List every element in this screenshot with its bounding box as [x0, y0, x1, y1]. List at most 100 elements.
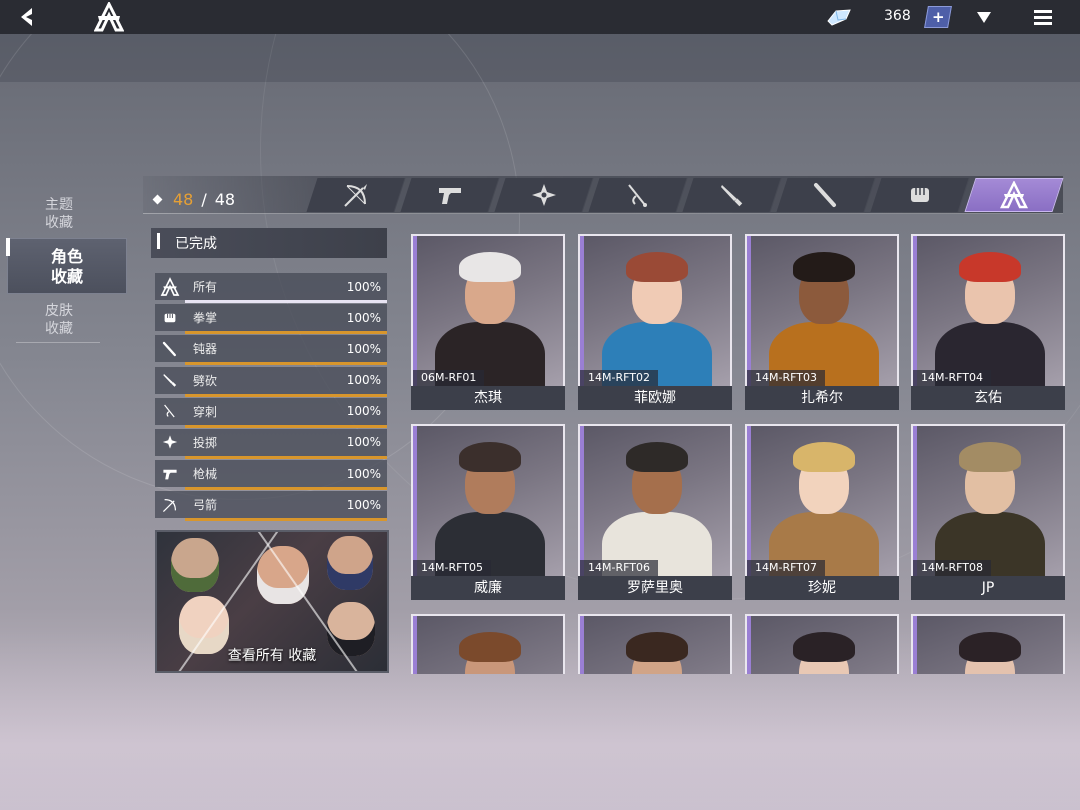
hamburger-icon [1034, 10, 1052, 25]
bow-icon [343, 184, 367, 207]
character-card[interactable] [745, 614, 899, 674]
character-hair [959, 252, 1021, 282]
stat-progress-bar [185, 362, 387, 366]
stat-percent: 100% [346, 497, 381, 512]
game-logo-icon [93, 0, 125, 32]
character-code: 14M-RFT07 [747, 560, 825, 576]
character-code: 14M-RFT04 [913, 370, 991, 386]
stat-progress-bar [185, 393, 387, 397]
character-card[interactable] [911, 614, 1065, 674]
bow-icon [155, 491, 185, 518]
stat-label: 所有 [193, 280, 218, 294]
menu-button[interactable] [1032, 8, 1054, 26]
stat-row: 弓箭 100% [155, 491, 387, 522]
category-label-line2: 收藏 [45, 321, 73, 337]
gun-icon [155, 460, 185, 487]
stat-progress-fill [185, 362, 387, 366]
character-portrait [911, 614, 1065, 674]
character-code: 14M-RFT06 [580, 560, 658, 576]
character-card[interactable] [578, 614, 732, 674]
stat-percent: 100% [346, 404, 381, 419]
category-label-line1: 皮肤 [45, 303, 73, 319]
character-card[interactable]: 14M-RFT05 威廉 [411, 424, 565, 602]
blade-icon [720, 185, 742, 207]
character-hair [459, 252, 521, 282]
portrait-blue-hair [327, 536, 373, 590]
tab-all[interactable] [964, 178, 1064, 212]
view-all-collection-button[interactable]: 查看所有 收藏 [155, 530, 389, 673]
stat-progress-fill [185, 487, 387, 491]
character-name: 杰琪 [411, 386, 565, 410]
tab-shuriken[interactable] [494, 178, 594, 212]
collected-count: 48 [173, 190, 194, 209]
character-hair [959, 632, 1021, 662]
stat-row: 投掷 100% [155, 428, 387, 459]
stat-label: 枪械 [193, 467, 218, 482]
character-hair [793, 632, 855, 662]
stat-row: 枪械 100% [155, 460, 387, 491]
character-figure [913, 616, 1063, 674]
character-card[interactable]: 06M-RF01 杰琪 [411, 234, 565, 412]
completion-header: 已完成 [151, 228, 387, 258]
character-card[interactable] [411, 614, 565, 674]
character-portrait [411, 424, 565, 576]
completion-header-label: 已完成 [175, 236, 217, 252]
character-card[interactable]: 14M-RFT02 菲欧娜 [578, 234, 732, 412]
character-code: 06M-RF01 [413, 370, 485, 386]
category-label-line1: 角色 [50, 247, 83, 266]
back-button[interactable] [14, 4, 40, 30]
character-name: 罗萨里奥 [578, 576, 732, 600]
dropdown-button[interactable] [974, 9, 994, 25]
category-skin-collection[interactable]: 皮肤 收藏 [0, 300, 118, 344]
character-portrait [578, 424, 732, 576]
character-code: 14M-RFT03 [747, 370, 825, 386]
tab-bow[interactable] [306, 178, 406, 212]
character-hair [959, 442, 1021, 472]
tab-fist[interactable] [870, 178, 970, 212]
tab-gun[interactable] [400, 178, 500, 212]
category-character-collection[interactable]: 角色 收藏 [6, 238, 127, 294]
character-portrait [578, 234, 732, 386]
tab-club[interactable] [776, 178, 876, 212]
character-name: 扎希尔 [745, 386, 899, 410]
character-card[interactable]: 14M-RFT08 JP [911, 424, 1065, 602]
character-card[interactable]: 14M-RFT04 玄佑 [911, 234, 1065, 412]
stat-progress-bar [185, 518, 387, 522]
character-card[interactable]: 14M-RFT03 扎希尔 [745, 234, 899, 412]
divider [16, 342, 100, 343]
character-hair [793, 252, 855, 282]
crystal-icon [826, 7, 852, 27]
portrait-green-hair [171, 538, 219, 592]
character-card[interactable]: 14M-RFT06 罗萨里奥 [578, 424, 732, 602]
stat-progress-bar [185, 300, 387, 303]
character-code: 14M-RFT08 [913, 560, 991, 576]
plus-label: + [931, 8, 945, 26]
stat-progress-bar [185, 487, 387, 491]
add-currency-button[interactable]: + [924, 6, 952, 28]
character-card[interactable]: 14M-RFT07 珍妮 [745, 424, 899, 602]
tab-blade[interactable] [682, 178, 782, 212]
character-name: JP [911, 576, 1065, 600]
stat-percent: 100% [346, 466, 381, 481]
character-figure [747, 236, 897, 386]
character-portrait [745, 424, 899, 576]
tab-pierce[interactable] [588, 178, 688, 212]
character-hair [459, 442, 521, 472]
character-portrait [911, 424, 1065, 576]
shuriken-icon [155, 429, 185, 456]
stat-progress-fill [185, 331, 387, 335]
stat-progress-fill [185, 300, 387, 303]
category-label-line1: 主题 [45, 197, 73, 213]
top-bar: 368 + [0, 0, 1080, 34]
stat-progress-fill [185, 424, 387, 428]
stat-row: 钝器 100% [155, 335, 387, 366]
category-label-line2: 收藏 [50, 267, 83, 286]
character-name: 珍妮 [745, 576, 899, 600]
stat-percent: 100% [346, 279, 381, 294]
character-figure [747, 426, 897, 576]
category-theme-collection[interactable]: 主题 收藏 [0, 194, 118, 238]
view-all-label: 查看所有 收藏 [227, 648, 317, 664]
stat-label: 弓箭 [193, 498, 218, 513]
character-code: 14M-RFT05 [413, 560, 491, 576]
category-label-line2: 收藏 [45, 215, 73, 231]
